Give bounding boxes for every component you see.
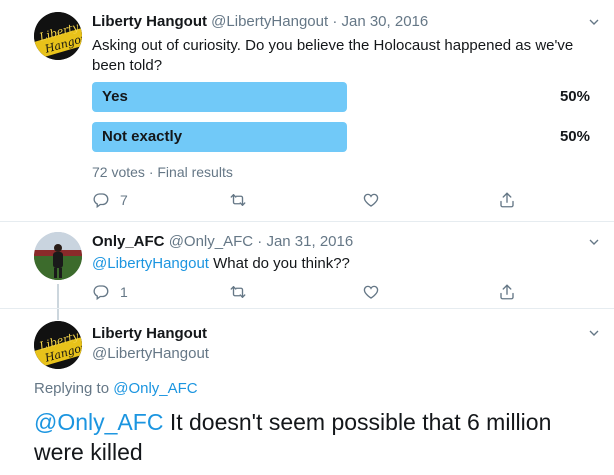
timestamp[interactable]: Jan 31, 2016 xyxy=(266,233,353,250)
tweet-text: @Only_AFC It doesn't seem possible that … xyxy=(34,407,594,467)
display-name-block: Liberty Hangout xyxy=(92,324,207,344)
replying-to-link[interactable]: @Only_AFC xyxy=(113,380,197,397)
reply-count: 1 xyxy=(120,284,128,300)
liberty-hangout-logo: Liberty Hangout xyxy=(34,321,82,369)
retweet-button[interactable] xyxy=(229,190,247,210)
like-icon xyxy=(362,283,380,301)
avatar[interactable]: Liberty Hangout xyxy=(34,12,82,60)
tweet-2[interactable]: Only_AFC @Only_AFC · Jan 31, 2016 @Liber… xyxy=(0,222,614,320)
share-button[interactable] xyxy=(498,190,516,210)
reply-button[interactable]: 1 xyxy=(92,282,128,302)
retweet-icon xyxy=(229,283,247,301)
retweet-button[interactable] xyxy=(229,282,247,302)
like-icon xyxy=(362,191,380,209)
avatar[interactable]: Liberty Hangout xyxy=(34,321,82,369)
tweet-text: Asking out of curiosity. Do you believe … xyxy=(92,37,574,74)
mention-link[interactable]: @LibertyHangout xyxy=(92,255,209,272)
poll-option-bar-yes xyxy=(92,82,347,112)
chevron-down-icon[interactable] xyxy=(586,325,602,341)
replying-to-label: Replying to xyxy=(34,380,114,397)
replying-to: Replying to @Only_AFC xyxy=(34,379,198,399)
reply-icon xyxy=(92,191,110,209)
avatar[interactable] xyxy=(34,232,82,280)
tweet-header: Liberty Hangout @LibertyHangout · Jan 30… xyxy=(92,12,428,32)
reply-button[interactable]: 7 xyxy=(92,190,128,210)
display-name[interactable]: Liberty Hangout xyxy=(92,325,207,342)
separator: · xyxy=(332,13,338,30)
timestamp[interactable]: Jan 30, 2016 xyxy=(341,13,428,30)
poll-option-percent: 50% xyxy=(559,128,590,145)
display-name[interactable]: Liberty Hangout xyxy=(92,13,207,30)
tweet-text-body: What do you think?? xyxy=(208,255,350,272)
tweet-3[interactable]: Liberty Hangout Liberty Hangout @Liberty… xyxy=(0,309,614,475)
poll-summary: 72 votes · Final results xyxy=(92,164,233,180)
reply-icon xyxy=(92,283,110,301)
tweet-text: @LibertyHangout What do you think?? xyxy=(92,254,350,274)
poll-option-label: Not exactly xyxy=(102,128,183,145)
poll-option-percent: 50% xyxy=(559,88,590,105)
like-button[interactable] xyxy=(362,282,380,302)
retweet-icon xyxy=(229,191,247,209)
display-name[interactable]: Only_AFC xyxy=(92,233,165,250)
chevron-down-icon[interactable] xyxy=(586,234,602,250)
liberty-hangout-logo: Liberty Hangout xyxy=(34,12,82,60)
like-button[interactable] xyxy=(362,190,380,210)
share-icon xyxy=(498,191,516,209)
poll-option-label: Yes xyxy=(102,88,128,105)
tweet-actions: 7 xyxy=(92,190,532,210)
separator: · xyxy=(257,233,263,250)
chevron-down-icon[interactable] xyxy=(586,14,602,30)
tweet-1[interactable]: Liberty Hangout Liberty Hangout @Liberty… xyxy=(0,0,614,220)
tweet-header: Only_AFC @Only_AFC · Jan 31, 2016 xyxy=(92,232,353,252)
handle[interactable]: @Only_AFC xyxy=(169,233,253,250)
handle[interactable]: @LibertyHangout xyxy=(92,344,209,364)
mention-link[interactable]: @Only_AFC xyxy=(34,409,163,435)
tweet-actions: 1 xyxy=(92,282,532,302)
share-button[interactable] xyxy=(498,282,516,302)
person-photo xyxy=(34,232,82,280)
handle[interactable]: @LibertyHangout xyxy=(211,13,328,30)
share-icon xyxy=(498,283,516,301)
reply-count: 7 xyxy=(120,192,128,208)
